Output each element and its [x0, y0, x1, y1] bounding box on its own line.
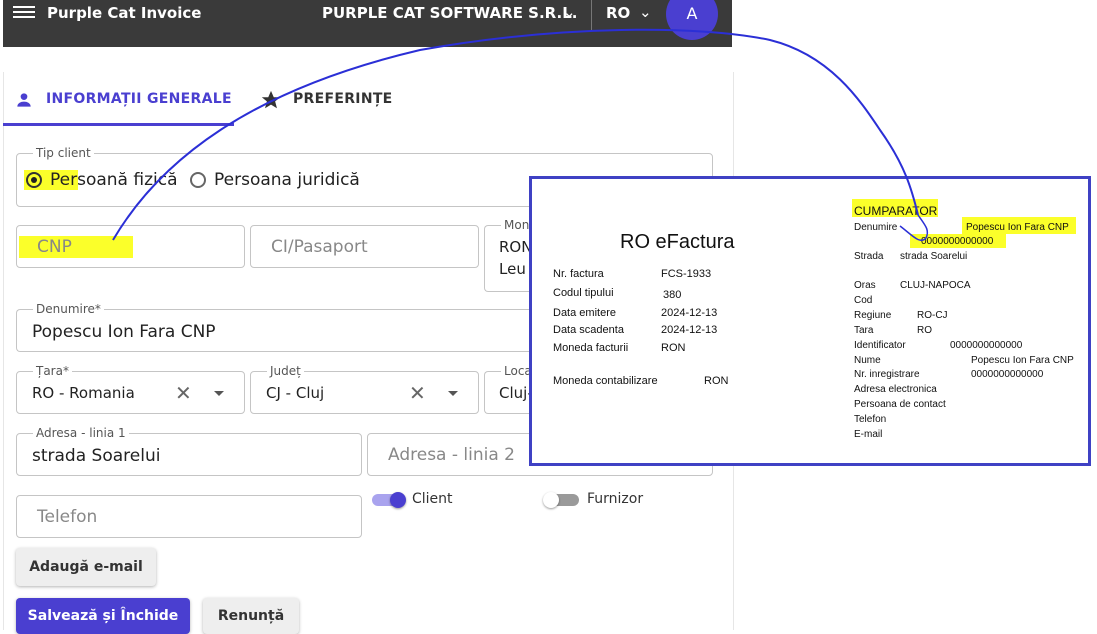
moneda-contabilizare-value: RON	[704, 375, 729, 387]
tara-label: Țara*	[33, 364, 72, 378]
regiune-value: RO-CJ	[917, 310, 948, 321]
clear-icon[interactable]: ✕	[175, 381, 192, 405]
dropdown-arrow-icon[interactable]	[214, 391, 224, 396]
radio-persoana-fizica[interactable]: Persoană fizică	[24, 168, 184, 192]
adresa-electronica-label: Adresa electronica	[854, 384, 937, 395]
save-close-button[interactable]: Salvează și Închide	[16, 598, 190, 634]
strada-value: strada Soarelui	[900, 251, 968, 262]
data-emitere-value: 2024-12-13	[661, 307, 718, 319]
star-icon	[261, 90, 281, 109]
identificator-label: Identificator	[854, 340, 906, 351]
tab-preferences-label: PREFERINȚE	[293, 91, 393, 107]
efactura-preview: RO eFactura Nr. factura FCS-1933 Codul t…	[529, 176, 1091, 466]
divider	[591, 0, 592, 30]
nume-value: Popescu Ion Fara CNP	[971, 355, 1074, 366]
buyer-code: 0000000000000	[921, 236, 994, 247]
adresa1-label: Adresa - linia 1	[33, 426, 129, 440]
tab-general-label: INFORMAȚII GENERALE	[46, 91, 232, 107]
email-label: E-mail	[854, 429, 883, 440]
cnp-field[interactable]: CNP	[16, 225, 245, 268]
cnp-placeholder: CNP	[37, 237, 72, 257]
active-tab-indicator	[3, 123, 234, 126]
app-bar: Purple Cat Invoice PURPLE CAT SOFTWARE S…	[3, 0, 732, 47]
oras-value: CLUJ-NAPOCA	[900, 280, 971, 291]
localitate-select[interactable]: Loca Cluj-	[484, 364, 535, 414]
codul-tipului-label: Codul tipului	[553, 287, 614, 299]
radio-juridica-label: Persoana juridică	[214, 170, 360, 190]
chevron-down-icon[interactable]: ⌄	[639, 3, 652, 21]
menu-icon[interactable]	[13, 3, 35, 21]
strada-label: Strada	[854, 251, 884, 262]
person-icon	[17, 93, 31, 107]
denumire-label: Denumire*	[33, 302, 104, 316]
furnizor-switch[interactable]: Furnizor	[543, 490, 673, 510]
moneda-value-1: RON	[499, 238, 533, 256]
data-scadenta-value: 2024-12-13	[661, 324, 718, 336]
radio-selected-icon	[26, 172, 42, 188]
identificator-value: 0000000000000	[950, 340, 1023, 351]
ci-pasaport-field[interactable]: CI/Pasaport	[250, 225, 479, 268]
judet-label: Județ	[267, 364, 304, 378]
judet-value: CJ - Cluj	[266, 384, 325, 402]
tara-value: RO - Romania	[32, 384, 135, 402]
adresa2-placeholder: Adresa - linia 2	[388, 445, 515, 465]
ci-placeholder: CI/Pasaport	[271, 237, 368, 257]
denumire-label: Denumire	[854, 222, 898, 233]
denumire-value: Popescu Ion Fara CNP	[32, 322, 216, 342]
client-switch-label: Client	[412, 491, 453, 507]
nr-factura-label: Nr. factura	[553, 268, 604, 280]
adresa-linia-1-field[interactable]: Adresa - linia 1 strada Soarelui	[16, 426, 362, 476]
nr-inregistrare-value: 0000000000000	[971, 369, 1044, 380]
telefon-placeholder: Telefon	[37, 507, 98, 527]
nr-inregistrare-label: Nr. inregistrare	[854, 369, 920, 380]
radio-unselected-icon	[190, 172, 206, 188]
oras-label: Oras	[854, 280, 876, 291]
data-emitere-label: Data emitere	[553, 307, 616, 319]
moneda-facturii-label: Moneda facturii	[553, 342, 629, 354]
denumire-value: Popescu Ion Fara CNP	[966, 222, 1069, 233]
telefon-field[interactable]: Telefon	[16, 495, 362, 538]
nr-factura-value: FCS-1933	[661, 268, 712, 280]
tip-client-label: Tip client	[33, 146, 94, 160]
tara-select[interactable]: Țara* RO - Romania ✕	[16, 364, 245, 414]
radio-fizica-label: Persoană fizică	[50, 170, 178, 190]
localitate-value: Cluj-	[499, 384, 533, 402]
radio-persoana-juridica[interactable]: Persoana juridică	[190, 168, 370, 192]
chevron-down-icon[interactable]: ⌄	[563, 3, 576, 21]
clear-icon[interactable]: ✕	[409, 381, 426, 405]
language-selector[interactable]: RO	[606, 4, 630, 22]
tara-value: RO	[917, 325, 932, 336]
company-selector[interactable]: PURPLE CAT SOFTWARE S.R.L.	[322, 4, 577, 22]
furnizor-switch-label: Furnizor	[587, 491, 644, 507]
adresa1-value: strada Soarelui	[32, 446, 161, 466]
tara-label: Tara	[854, 325, 874, 336]
denumire-field[interactable]: Denumire* Popescu Ion Fara CNP	[16, 302, 536, 352]
moneda-value-2: Leu	[499, 260, 526, 278]
client-switch[interactable]: Client	[370, 490, 490, 510]
codul-tipului-value: 380	[663, 289, 682, 301]
regiune-label: Regiune	[854, 310, 892, 321]
efactura-title: RO eFactura	[620, 231, 735, 253]
moneda-label: Mon	[501, 218, 533, 232]
persoana-contact-label: Persoana de contact	[854, 399, 946, 410]
tab-preferences[interactable]: PREFERINȚE	[260, 88, 400, 120]
moneda-contabilizare-label: Moneda contabilizare	[553, 375, 658, 387]
moneda-facturii-value: RON	[661, 342, 686, 354]
judet-select[interactable]: Județ CJ - Cluj ✕	[250, 364, 479, 414]
add-email-button[interactable]: Adaugă e-mail	[16, 548, 156, 586]
data-scadenta-label: Data scadenta	[553, 324, 624, 336]
app-title: Purple Cat Invoice	[47, 4, 202, 22]
cod-label: Cod	[854, 295, 873, 306]
switch-knob	[390, 492, 406, 508]
cumparator-heading: CUMPARATOR	[854, 204, 938, 218]
dropdown-arrow-icon[interactable]	[448, 391, 458, 396]
cancel-button[interactable]: Renunță	[203, 598, 299, 634]
telefon-label: Telefon	[854, 414, 887, 425]
switch-knob	[543, 492, 559, 508]
tab-general[interactable]: INFORMAȚII GENERALE	[14, 88, 234, 120]
moneda-field[interactable]: Mon RON Leu	[484, 218, 534, 292]
nume-label: Nume	[854, 355, 881, 366]
